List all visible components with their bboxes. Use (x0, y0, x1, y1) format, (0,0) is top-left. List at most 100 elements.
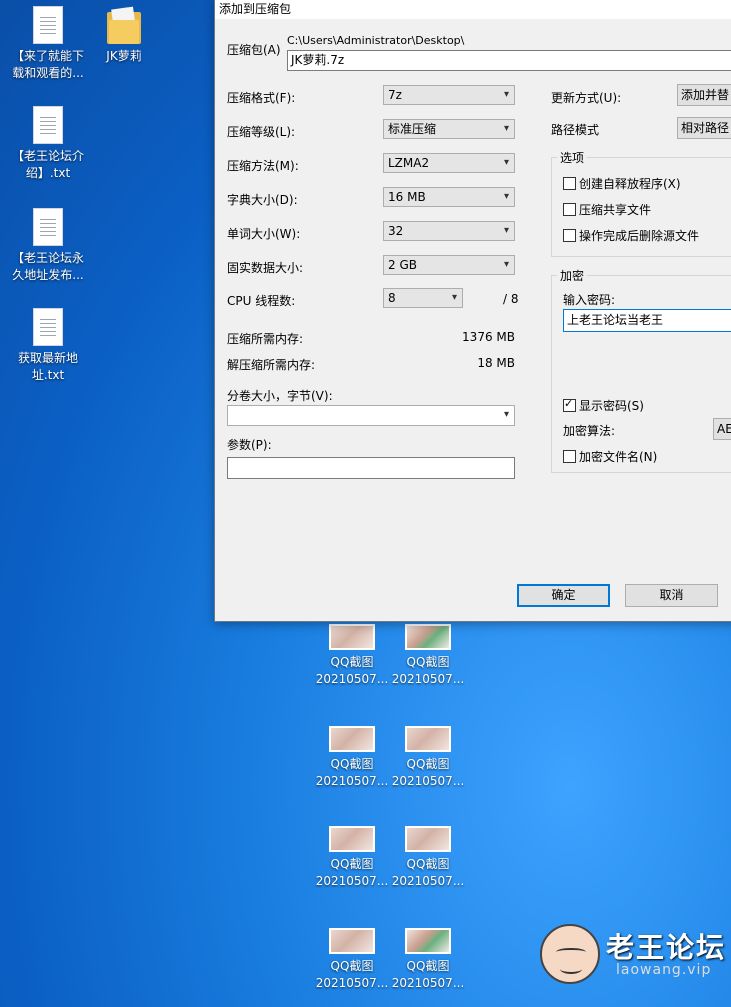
image-thumbnail-icon (329, 726, 375, 752)
text-file-icon (33, 208, 63, 246)
method-select[interactable]: LZMA2 ▾ (383, 153, 515, 173)
thumb-label-line2: 20210507... (391, 976, 465, 990)
mascot-face-icon (540, 924, 600, 984)
desktop-icon-txt-1[interactable]: 【来了就能下载和观看的... (8, 6, 88, 82)
desktop-icon-screenshot[interactable]: QQ截图 20210507... (312, 726, 392, 790)
thumb-label-line1: QQ截图 (330, 857, 374, 871)
archive-path: C:\Users\Administrator\Desktop\ (287, 34, 465, 47)
solid-value: 2 GB (388, 258, 417, 272)
enc-method-select[interactable]: AE (713, 418, 731, 440)
level-label: 压缩等级(L): (227, 125, 296, 139)
chevron-down-icon: ▾ (503, 191, 509, 202)
chevron-down-icon: ▾ (451, 292, 457, 303)
desktop-icon-label: 【老王论坛永久地址发布... (11, 251, 84, 282)
chevron-down-icon: ▾ (503, 157, 509, 168)
cpu-value: 8 (388, 291, 396, 305)
checkbox-box (563, 229, 576, 242)
cancel-button[interactable]: 取消 (625, 584, 718, 607)
thumb-label-line2: 20210507... (315, 672, 389, 686)
thumb-label-line1: QQ截图 (330, 959, 374, 973)
desktop-icon-screenshot[interactable]: QQ截图 20210507... (312, 624, 392, 688)
image-thumbnail-icon (405, 726, 451, 752)
level-value: 标准压缩 (388, 122, 437, 136)
delete-after-label: 操作完成后删除源文件 (579, 229, 700, 243)
sfx-checkbox[interactable]: 创建自释放程序(X) (563, 175, 681, 192)
image-thumbnail-icon (405, 928, 451, 954)
desktop-icon-label: 【老王论坛介绍】.txt (11, 149, 84, 180)
shared-files-checkbox[interactable]: 压缩共享文件 (563, 201, 651, 218)
archive-label: 压缩包(A) (227, 43, 281, 57)
params-field[interactable] (227, 457, 515, 479)
solid-select[interactable]: 2 GB ▾ (383, 255, 515, 275)
image-thumbnail-icon (329, 624, 375, 650)
desktop-icon-label: JK萝莉 (106, 49, 142, 63)
thumb-label-line2: 20210507... (391, 774, 465, 788)
word-value: 32 (388, 224, 404, 238)
checkbox-box (563, 397, 576, 412)
format-label: 压缩格式(F): (227, 91, 296, 105)
ok-button[interactable]: 确定 (517, 584, 610, 607)
method-label: 压缩方法(M): (227, 159, 299, 173)
mem-comp-label: 压缩所需内存: (227, 332, 304, 346)
thumb-label-line2: 20210507... (315, 874, 389, 888)
word-select[interactable]: 32 ▾ (383, 221, 515, 241)
desktop-icon-screenshot[interactable]: QQ截图 20210507... (388, 624, 468, 688)
desktop-icon-screenshot[interactable]: QQ截图 20210507... (388, 826, 468, 890)
path-mode-select[interactable]: 相对路径 (677, 117, 731, 139)
format-select[interactable]: 7z ▾ (383, 85, 515, 105)
site-logo-watermark: 老王论坛 laowang.vip (540, 920, 730, 990)
thumb-label-line1: QQ截图 (406, 857, 450, 871)
thumb-label-line1: QQ截图 (406, 655, 450, 669)
dict-select[interactable]: 16 MB ▾ (383, 187, 515, 207)
chevron-down-icon: ▾ (503, 225, 509, 236)
split-label: 分卷大小，字节(V): (227, 389, 333, 403)
delete-after-checkbox[interactable]: 操作完成后删除源文件 (563, 227, 699, 244)
dict-value: 16 MB (388, 190, 426, 204)
desktop-icon-screenshot[interactable]: QQ截图 20210507... (312, 928, 392, 992)
solid-label: 固实数据大小: (227, 261, 304, 275)
level-select[interactable]: 标准压缩 ▾ (383, 119, 515, 139)
archive-name-field[interactable]: JK萝莉.7z (287, 50, 731, 71)
image-thumbnail-icon (329, 826, 375, 852)
options-title: 选项 (557, 149, 588, 166)
mem-decomp-label: 解压缩所需内存: (227, 358, 316, 372)
text-file-icon (33, 6, 63, 44)
thumb-label-line2: 20210507... (391, 874, 465, 888)
cpu-label: CPU 线程数: (227, 294, 296, 308)
desktop-icon-screenshot[interactable]: QQ截图 20210507... (388, 726, 468, 790)
pathmode-label: 路径模式 (551, 123, 600, 137)
desktop-icon-label: 获取最新地址.txt (17, 351, 78, 382)
desktop-icon-txt-4[interactable]: 获取最新地址.txt (8, 308, 88, 384)
thumb-label-line1: QQ截图 (330, 757, 374, 771)
desktop-icon-txt-3[interactable]: 【老王论坛永久地址发布... (8, 208, 88, 284)
thumb-label-line2: 20210507... (391, 672, 465, 686)
desktop-icon-folder-jk[interactable]: JK萝莉 (84, 6, 164, 65)
dialog-title: 添加到压缩包 (215, 0, 731, 19)
desktop-icon-txt-2[interactable]: 【老王论坛介绍】.txt (8, 106, 88, 182)
password-field[interactable]: 上老王论坛当老王 (563, 309, 731, 332)
cpu-select[interactable]: 8 ▾ (383, 288, 463, 308)
desktop-icon-screenshot[interactable]: QQ截图 20210507... (388, 928, 468, 992)
text-file-icon (33, 106, 63, 144)
cpu-max: / 8 (503, 292, 519, 306)
thumb-label-line2: 20210507... (315, 976, 389, 990)
thumb-label-line1: QQ截图 (406, 959, 450, 973)
dict-label: 字典大小(D): (227, 193, 298, 207)
update-label: 更新方式(U): (551, 91, 622, 105)
format-value: 7z (388, 88, 402, 102)
split-size-select[interactable]: ▾ (227, 405, 515, 426)
chevron-down-icon: ▾ (503, 409, 509, 420)
encrypt-names-checkbox[interactable]: 加密文件名(N) (563, 448, 657, 465)
show-password-checkbox[interactable]: 显示密码(S) (563, 397, 644, 414)
desktop-icon-label: 【来了就能下载和观看的... (11, 49, 84, 80)
update-mode-select[interactable]: 添加并替 (677, 84, 731, 106)
chevron-down-icon: ▾ (503, 259, 509, 270)
method-value: LZMA2 (388, 156, 430, 170)
encrypt-names-label: 加密文件名(N) (579, 450, 658, 464)
image-thumbnail-icon (405, 624, 451, 650)
desktop-icon-screenshot[interactable]: QQ截图 20210507... (312, 826, 392, 890)
thumb-label-line1: QQ截图 (406, 757, 450, 771)
logo-title: 老王论坛 (606, 931, 727, 964)
enc-method-label: 加密算法: (563, 424, 616, 438)
shared-files-label: 压缩共享文件 (579, 203, 652, 217)
